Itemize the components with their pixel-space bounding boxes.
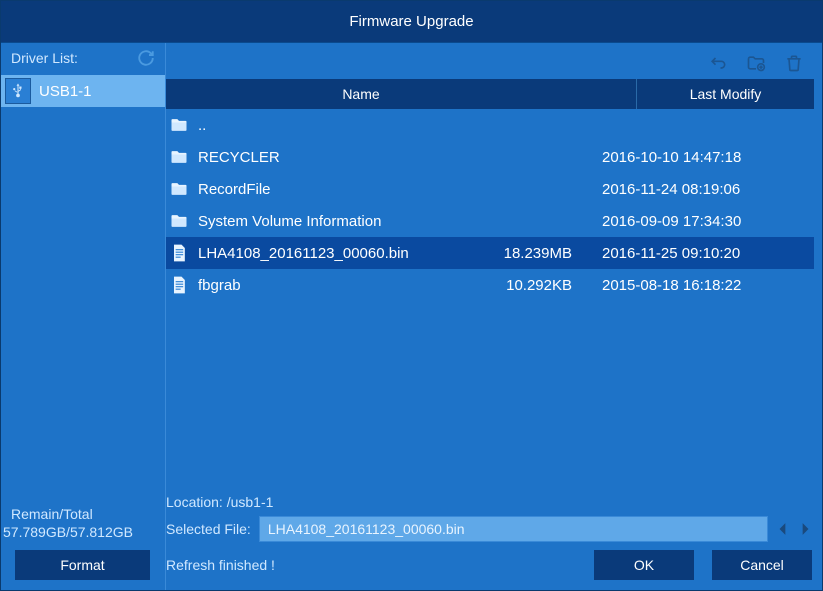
selected-file-label: Selected File: bbox=[166, 521, 251, 537]
folder-icon bbox=[168, 179, 190, 199]
back-icon[interactable] bbox=[708, 53, 728, 73]
toolbar bbox=[166, 43, 822, 79]
file-modify: 2016-10-10 14:47:18 bbox=[584, 149, 812, 166]
folder-icon bbox=[168, 211, 190, 231]
prev-icon[interactable] bbox=[776, 522, 790, 536]
remain-total-value: 57.789GB/57.812GB bbox=[1, 524, 165, 550]
driver-item[interactable]: USB1-1 bbox=[1, 75, 165, 107]
folder-icon bbox=[168, 147, 190, 167]
cancel-button[interactable]: Cancel bbox=[712, 550, 812, 580]
file-size: 10.292KB bbox=[498, 277, 584, 294]
file-name: System Volume Information bbox=[198, 213, 498, 230]
sidebar-spacer bbox=[1, 109, 165, 502]
ok-button[interactable]: OK bbox=[594, 550, 694, 580]
status-text: Refresh finished ! bbox=[166, 557, 275, 573]
file-size: 18.239MB bbox=[498, 245, 584, 262]
table-row[interactable]: fbgrab 10.292KB 2015-08-18 16:18:22 bbox=[166, 269, 814, 301]
file-name: fbgrab bbox=[198, 277, 498, 294]
table-row[interactable]: System Volume Information 2016-09-09 17:… bbox=[166, 205, 814, 237]
file-name: RECYCLER bbox=[198, 149, 498, 166]
table-header: Name Last Modify bbox=[166, 79, 814, 109]
bottom-panel: Location: /usb1-1 Selected File: Refresh… bbox=[166, 488, 822, 590]
selected-file-row: Selected File: bbox=[166, 516, 812, 550]
file-name: LHA4108_20161123_00060.bin bbox=[198, 245, 498, 262]
file-list[interactable]: .. RECYCLER 2016-10-10 14:47:18 RecordFi… bbox=[166, 109, 814, 488]
file-icon bbox=[168, 243, 190, 263]
button-row: Refresh finished ! OK Cancel bbox=[166, 550, 812, 580]
window-title: Firmware Upgrade bbox=[349, 13, 473, 30]
file-name: .. bbox=[198, 117, 498, 134]
driver-item-label: USB1-1 bbox=[39, 83, 92, 100]
driver-list-header: Driver List: bbox=[1, 43, 165, 73]
file-modify: 2016-11-24 08:19:06 bbox=[584, 181, 812, 198]
location-value: /usb1-1 bbox=[227, 494, 274, 510]
location-row: Location: /usb1-1 bbox=[166, 494, 812, 516]
next-icon[interactable] bbox=[798, 522, 812, 536]
dialog-buttons: OK Cancel bbox=[594, 550, 812, 580]
file-modify: 2016-11-25 09:10:20 bbox=[584, 245, 812, 262]
folder-icon bbox=[168, 115, 190, 135]
selected-file-input[interactable] bbox=[259, 516, 768, 542]
remain-total-label: Remain/Total bbox=[1, 502, 165, 524]
main-panel: Name Last Modify .. RECYCLER 2016-10-10 … bbox=[166, 43, 822, 590]
file-icon bbox=[168, 275, 190, 295]
file-modify: 2015-08-18 16:18:22 bbox=[584, 277, 812, 294]
delete-icon[interactable] bbox=[784, 53, 804, 73]
new-folder-icon[interactable] bbox=[746, 53, 766, 73]
window-body: Driver List: USB1-1 Remain/Total 57.789G… bbox=[1, 43, 822, 590]
sidebar: Driver List: USB1-1 Remain/Total 57.789G… bbox=[1, 43, 166, 590]
column-name: Name bbox=[166, 86, 556, 102]
refresh-icon[interactable] bbox=[137, 49, 155, 67]
table-row[interactable]: .. bbox=[166, 109, 814, 141]
format-button[interactable]: Format bbox=[15, 550, 150, 580]
firmware-upgrade-window: Firmware Upgrade Driver List: USB1-1 Rem… bbox=[0, 0, 823, 591]
file-modify: 2016-09-09 17:34:30 bbox=[584, 213, 812, 230]
usb-icon bbox=[5, 78, 31, 104]
driver-list-label: Driver List: bbox=[11, 50, 78, 66]
location-label: Location: bbox=[166, 494, 223, 510]
column-modify: Last Modify bbox=[636, 79, 814, 109]
file-name: RecordFile bbox=[198, 181, 498, 198]
title-bar: Firmware Upgrade bbox=[1, 1, 822, 43]
table-row[interactable]: LHA4108_20161123_00060.bin 18.239MB 2016… bbox=[166, 237, 814, 269]
table-row[interactable]: RecordFile 2016-11-24 08:19:06 bbox=[166, 173, 814, 205]
table-row[interactable]: RECYCLER 2016-10-10 14:47:18 bbox=[166, 141, 814, 173]
